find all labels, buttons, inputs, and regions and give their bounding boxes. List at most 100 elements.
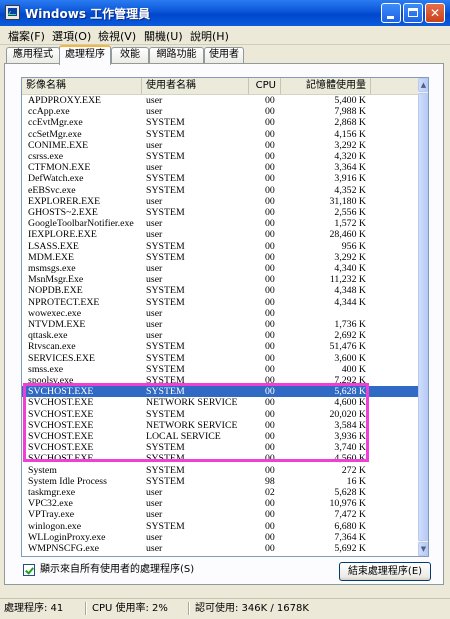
process-name-cell: CTFMON.EXE — [28, 162, 91, 174]
scroll-down-button[interactable]: ▼ — [418, 542, 428, 556]
process-name-cell: IEXPLORE.EXE — [28, 229, 97, 241]
process-cpu-cell: 00 — [265, 498, 275, 510]
process-row[interactable]: ccApp.exe user 00 7,988 K — [22, 106, 418, 117]
process-row[interactable]: APDPROXY.EXE user 00 5,400 K — [22, 95, 418, 106]
process-row[interactable]: SVCHOST.EXE NETWORK SERVICE 00 3,584 K — [22, 420, 418, 431]
maximize-button[interactable] — [403, 3, 423, 23]
menu-view[interactable]: 檢視(V) — [98, 28, 136, 44]
process-name-cell: MsnMsgr.Exe — [28, 274, 84, 286]
process-user-cell: user — [146, 531, 163, 543]
process-row[interactable]: SVCHOST.EXE NETWORK SERVICE 00 4,600 K — [22, 397, 418, 408]
process-row[interactable]: taskmgr.exe user 02 5,628 K — [22, 487, 418, 498]
process-row[interactable]: LSASS.EXE SYSTEM 00 956 K — [22, 241, 418, 252]
menu-help[interactable]: 說明(H) — [190, 28, 229, 44]
process-row[interactable]: ccSetMgr.exe SYSTEM 00 4,156 K — [22, 129, 418, 140]
process-memory-cell: 4,344 K — [334, 296, 366, 308]
process-row[interactable]: msmsgs.exe user 00 4,340 K — [22, 263, 418, 274]
scroll-thumb[interactable] — [418, 93, 428, 541]
close-button[interactable]: ✕ — [425, 3, 445, 23]
process-row[interactable]: MDM.EXE SYSTEM 00 3,292 K — [22, 252, 418, 263]
process-row[interactable]: qttask.exe user 00 2,692 K — [22, 330, 418, 341]
process-memory-cell: 51,476 K — [329, 341, 366, 353]
process-row[interactable]: SVCHOST.EXE SYSTEM 00 20,020 K — [22, 409, 418, 420]
end-process-button[interactable]: 結束處理程序(E) — [339, 562, 431, 581]
minimize-button[interactable] — [381, 3, 401, 23]
process-row[interactable]: GoogleToolbarNotifier.exe user 00 1,572 K — [22, 218, 418, 229]
tab-users[interactable]: 使用者 — [204, 47, 244, 63]
tab-networking[interactable]: 網路功能 — [149, 47, 204, 63]
menu-bar: 檔案(F) 選項(O) 檢視(V) 關機(U) 說明(H) — [0, 26, 450, 45]
process-row[interactable]: eEBSvc.exe SYSTEM 00 4,352 K — [22, 185, 418, 196]
menu-file[interactable]: 檔案(F) — [8, 28, 45, 44]
column-memory[interactable]: 記憶體使用量 — [281, 78, 371, 94]
process-row[interactable]: winlogon.exe SYSTEM 00 6,680 K — [22, 521, 418, 532]
process-row[interactable]: NOPDB.EXE SYSTEM 00 4,348 K — [22, 285, 418, 296]
column-image-name[interactable]: 影像名稱 — [22, 78, 142, 94]
process-user-cell: user — [146, 543, 163, 554]
process-row[interactable]: GHOSTS~2.EXE SYSTEM 00 2,556 K — [22, 207, 418, 218]
process-row[interactable]: CTFMON.EXE user 00 3,364 K — [22, 162, 418, 173]
process-name-cell: VPC32.exe — [28, 498, 73, 510]
column-user-name[interactable]: 使用者名稱 — [142, 78, 249, 94]
process-row[interactable]: wowexec.exe user 00 — [22, 308, 418, 319]
process-name-cell: DefWatch.exe — [28, 173, 84, 185]
process-row[interactable]: IEXPLORE.EXE user 00 28,460 K — [22, 229, 418, 240]
tab-performance[interactable]: 效能 — [111, 47, 149, 63]
process-row[interactable]: CONIME.EXE user 00 3,292 K — [22, 140, 418, 151]
process-row[interactable]: Rtvscan.exe SYSTEM 00 51,476 K — [22, 341, 418, 352]
process-name-cell: GHOSTS~2.EXE — [28, 207, 98, 218]
process-rows: APDPROXY.EXE user 00 5,400 K ccApp.exe user 00… — [22, 95, 418, 556]
process-row[interactable]: SVCHOST.EXE SYSTEM 00 4,560 K — [22, 453, 418, 464]
process-row[interactable]: ccEvtMgr.exe SYSTEM 00 2,868 K — [22, 117, 418, 128]
process-cpu-cell: 00 — [265, 117, 275, 129]
column-cpu[interactable]: CPU — [249, 78, 281, 94]
process-row[interactable]: WMPNSCFG.exe user 00 5,692 K — [22, 543, 418, 554]
process-row[interactable]: System Idle Process SYSTEM 98 16 K — [22, 476, 418, 487]
process-name-cell: SVCHOST.EXE — [28, 442, 94, 454]
process-cpu-cell: 98 — [265, 475, 275, 487]
title-bar[interactable]: Windows 工作管理員 ✕ — [0, 0, 450, 26]
process-name-cell: NTVDM.EXE — [28, 319, 86, 330]
process-row[interactable]: MsnMsgr.Exe user 00 11,232 K — [22, 274, 418, 285]
process-row[interactable]: VPC32.exe user 00 10,976 K — [22, 498, 418, 509]
process-list[interactable]: 影像名稱 使用者名稱 CPU 記憶體使用量 APDPROXY.EXE user 00… — [21, 77, 429, 557]
process-row[interactable]: SERVICES.EXE SYSTEM 00 3,600 K — [22, 353, 418, 364]
checkbox-check-icon[interactable] — [23, 564, 35, 576]
process-row[interactable]: VPTray.exe user 00 7,472 K — [22, 509, 418, 520]
process-user-cell: SYSTEM — [146, 363, 185, 375]
menu-options[interactable]: 選項(O) — [52, 28, 91, 44]
process-user-cell: SYSTEM — [146, 453, 185, 465]
process-row[interactable]: SVCHOST.EXE SYSTEM 00 5,628 K — [22, 386, 418, 398]
scroll-up-button[interactable]: ▲ — [418, 78, 428, 92]
process-memory-cell: 28,460 K — [329, 229, 366, 241]
process-memory-cell: 2,692 K — [334, 330, 366, 342]
process-name-cell: System — [28, 464, 57, 476]
process-cpu-cell: 00 — [265, 363, 275, 375]
process-row[interactable]: NTVDM.EXE user 00 1,736 K — [22, 319, 418, 330]
process-row[interactable]: EXPLORER.EXE user 00 31,180 K — [22, 196, 418, 207]
menu-shutdown[interactable]: 關機(U) — [144, 28, 183, 44]
process-row[interactable]: SVCHOST.EXE LOCAL SERVICE 00 3,936 K — [22, 431, 418, 442]
process-row[interactable]: System SYSTEM 00 272 K — [22, 465, 418, 476]
process-cpu-cell: 00 — [265, 229, 275, 241]
process-row[interactable]: DefWatch.exe SYSTEM 00 3,916 K — [22, 173, 418, 184]
process-row[interactable]: WLLoginProxy.exe user 00 7,364 K — [22, 532, 418, 543]
process-cpu-cell: 00 — [265, 386, 275, 398]
process-cpu-cell: 00 — [265, 453, 275, 465]
process-row[interactable]: csrss.exe SYSTEM 00 4,320 K — [22, 151, 418, 162]
tab-processes[interactable]: 處理程序 — [59, 45, 111, 65]
process-memory-cell: 16 K — [346, 475, 366, 487]
process-row[interactable]: smss.exe SYSTEM 00 400 K — [22, 364, 418, 375]
process-user-cell: SYSTEM — [146, 296, 185, 308]
process-user-cell: SYSTEM — [146, 352, 185, 364]
process-memory-cell: 2,556 K — [334, 207, 366, 218]
process-row[interactable]: SVCHOST.EXE SYSTEM 00 3,740 K — [22, 442, 418, 453]
vertical-scrollbar[interactable]: ▲ ▼ — [418, 78, 428, 556]
process-user-cell: user — [146, 307, 163, 319]
process-row[interactable]: NPROTECT.EXE SYSTEM 00 4,344 K — [22, 297, 418, 308]
window-title: Windows 工作管理員 — [25, 7, 151, 21]
tab-applications[interactable]: 應用程式 — [6, 47, 60, 63]
process-user-cell: user — [146, 229, 163, 241]
process-row[interactable]: spoolsv.exe SYSTEM 00 7,292 K — [22, 375, 418, 386]
process-cpu-cell: 00 — [265, 263, 275, 274]
